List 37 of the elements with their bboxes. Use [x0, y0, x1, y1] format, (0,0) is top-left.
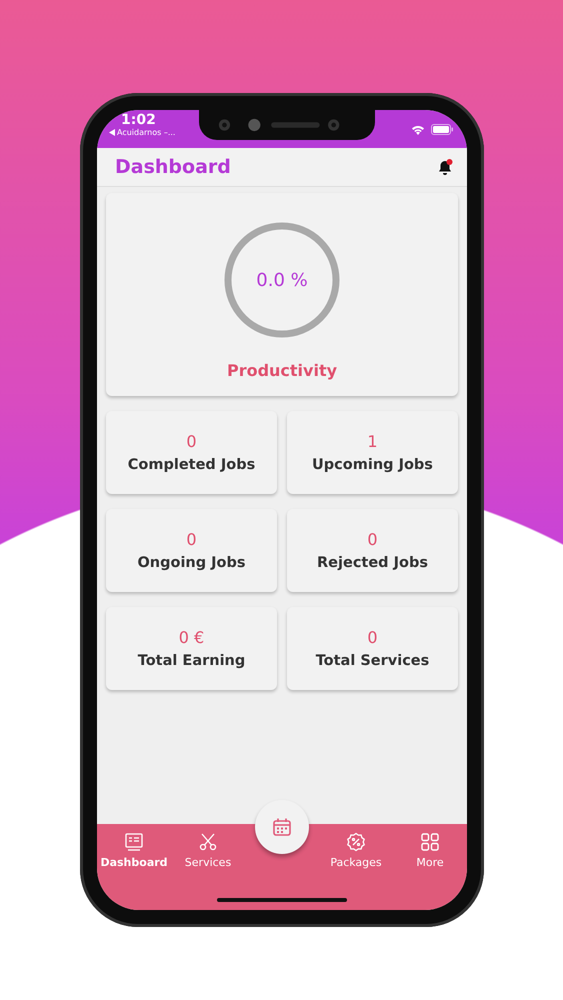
stat-value: 0	[186, 432, 197, 451]
battery-icon	[431, 124, 453, 135]
wifi-icon	[411, 124, 425, 135]
stat-card[interactable]: 0 Ongoing Jobs	[106, 509, 277, 592]
stat-label: Ongoing Jobs	[137, 555, 246, 571]
productivity-label: Productivity	[226, 361, 338, 380]
back-app-link[interactable]: Acuidarnos –...	[117, 128, 176, 137]
stat-value: 0	[186, 530, 197, 549]
stat-card[interactable]: 0 Total Services	[287, 607, 458, 690]
stat-label: Completed Jobs	[128, 457, 256, 473]
stat-value: 1	[367, 432, 378, 451]
stat-value: 0	[367, 530, 378, 549]
page-title: Dashboard	[115, 156, 231, 178]
stat-label: Rejected Jobs	[317, 555, 428, 571]
stat-card[interactable]: 0 Rejected Jobs	[287, 509, 458, 592]
status-time: 1:02	[121, 112, 157, 128]
calendar-icon	[272, 817, 292, 837]
nav-tab[interactable]: Dashboard	[98, 828, 170, 873]
calendar-button[interactable]	[255, 800, 309, 854]
productivity-value: 0.0 %	[256, 270, 308, 290]
stat-value: 0 €	[178, 628, 204, 647]
discount-icon	[346, 832, 366, 852]
stat-card[interactable]: 0 Completed Jobs	[106, 411, 277, 494]
stat-card[interactable]: 0 € Total Earning	[106, 607, 277, 690]
dashboard-icon	[124, 832, 144, 852]
stat-label: Total Earning	[138, 653, 246, 669]
stat-card[interactable]: 1 Upcoming Jobs	[287, 411, 458, 494]
grid-icon	[420, 832, 440, 852]
stat-label: Upcoming Jobs	[312, 457, 433, 473]
stat-label: Total Services	[316, 653, 430, 669]
stat-value: 0	[367, 628, 378, 647]
nav-tab[interactable]: Services	[182, 828, 234, 873]
back-arrow-icon[interactable]	[109, 129, 115, 136]
nav-tab[interactable]: Packages	[328, 828, 384, 873]
scissors-icon	[198, 832, 218, 852]
nav-tab[interactable]: More	[414, 828, 446, 873]
bell-icon[interactable]	[437, 158, 453, 176]
